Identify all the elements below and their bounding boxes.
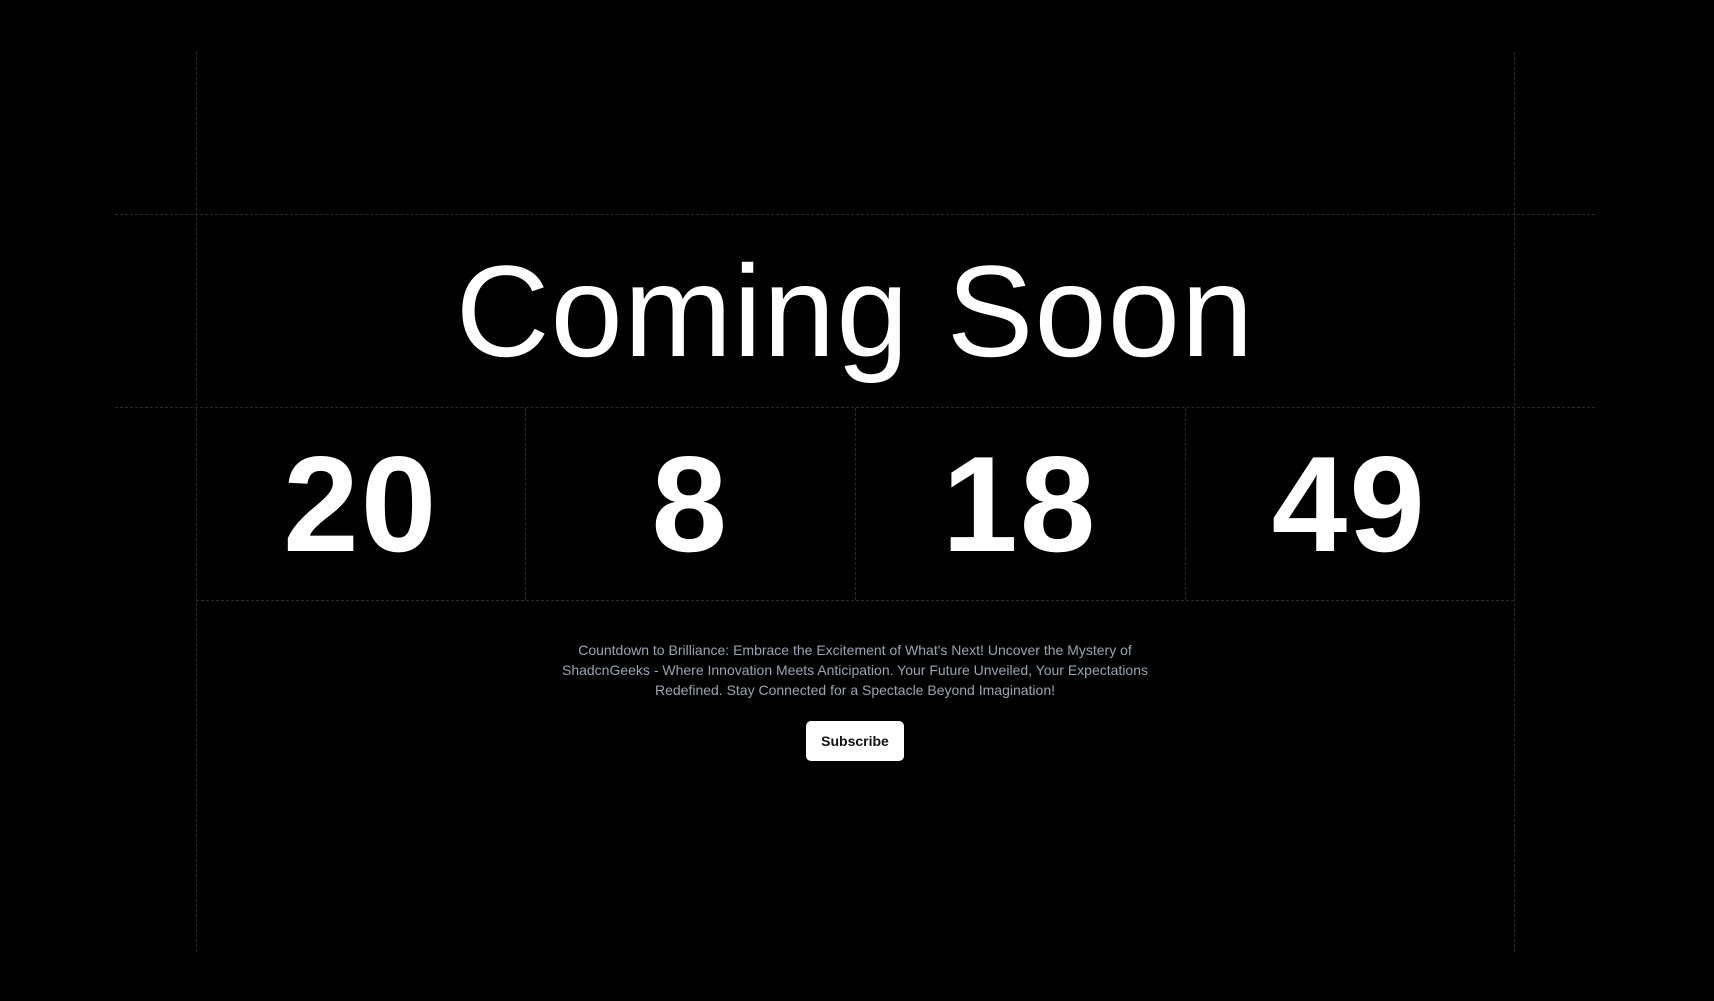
grid-line-top	[115, 214, 1595, 215]
countdown-timer: 20 8 18 49	[196, 408, 1514, 600]
countdown-days: 20	[283, 428, 439, 580]
countdown-hours: 8	[651, 428, 730, 580]
coming-soon-page: Coming Soon 20 8 18 49 Countdown to Bril…	[0, 0, 1714, 1001]
subscribe-button[interactable]: Subscribe	[806, 721, 904, 761]
countdown-seconds: 49	[1271, 428, 1427, 580]
grid-line-bottom	[196, 600, 1514, 601]
countdown-minutes: 18	[942, 428, 1098, 580]
grid-line-right	[1514, 52, 1515, 952]
page-title: Coming Soon	[455, 238, 1255, 384]
description-text: Countdown to Brilliance: Embrace the Exc…	[561, 642, 1149, 698]
